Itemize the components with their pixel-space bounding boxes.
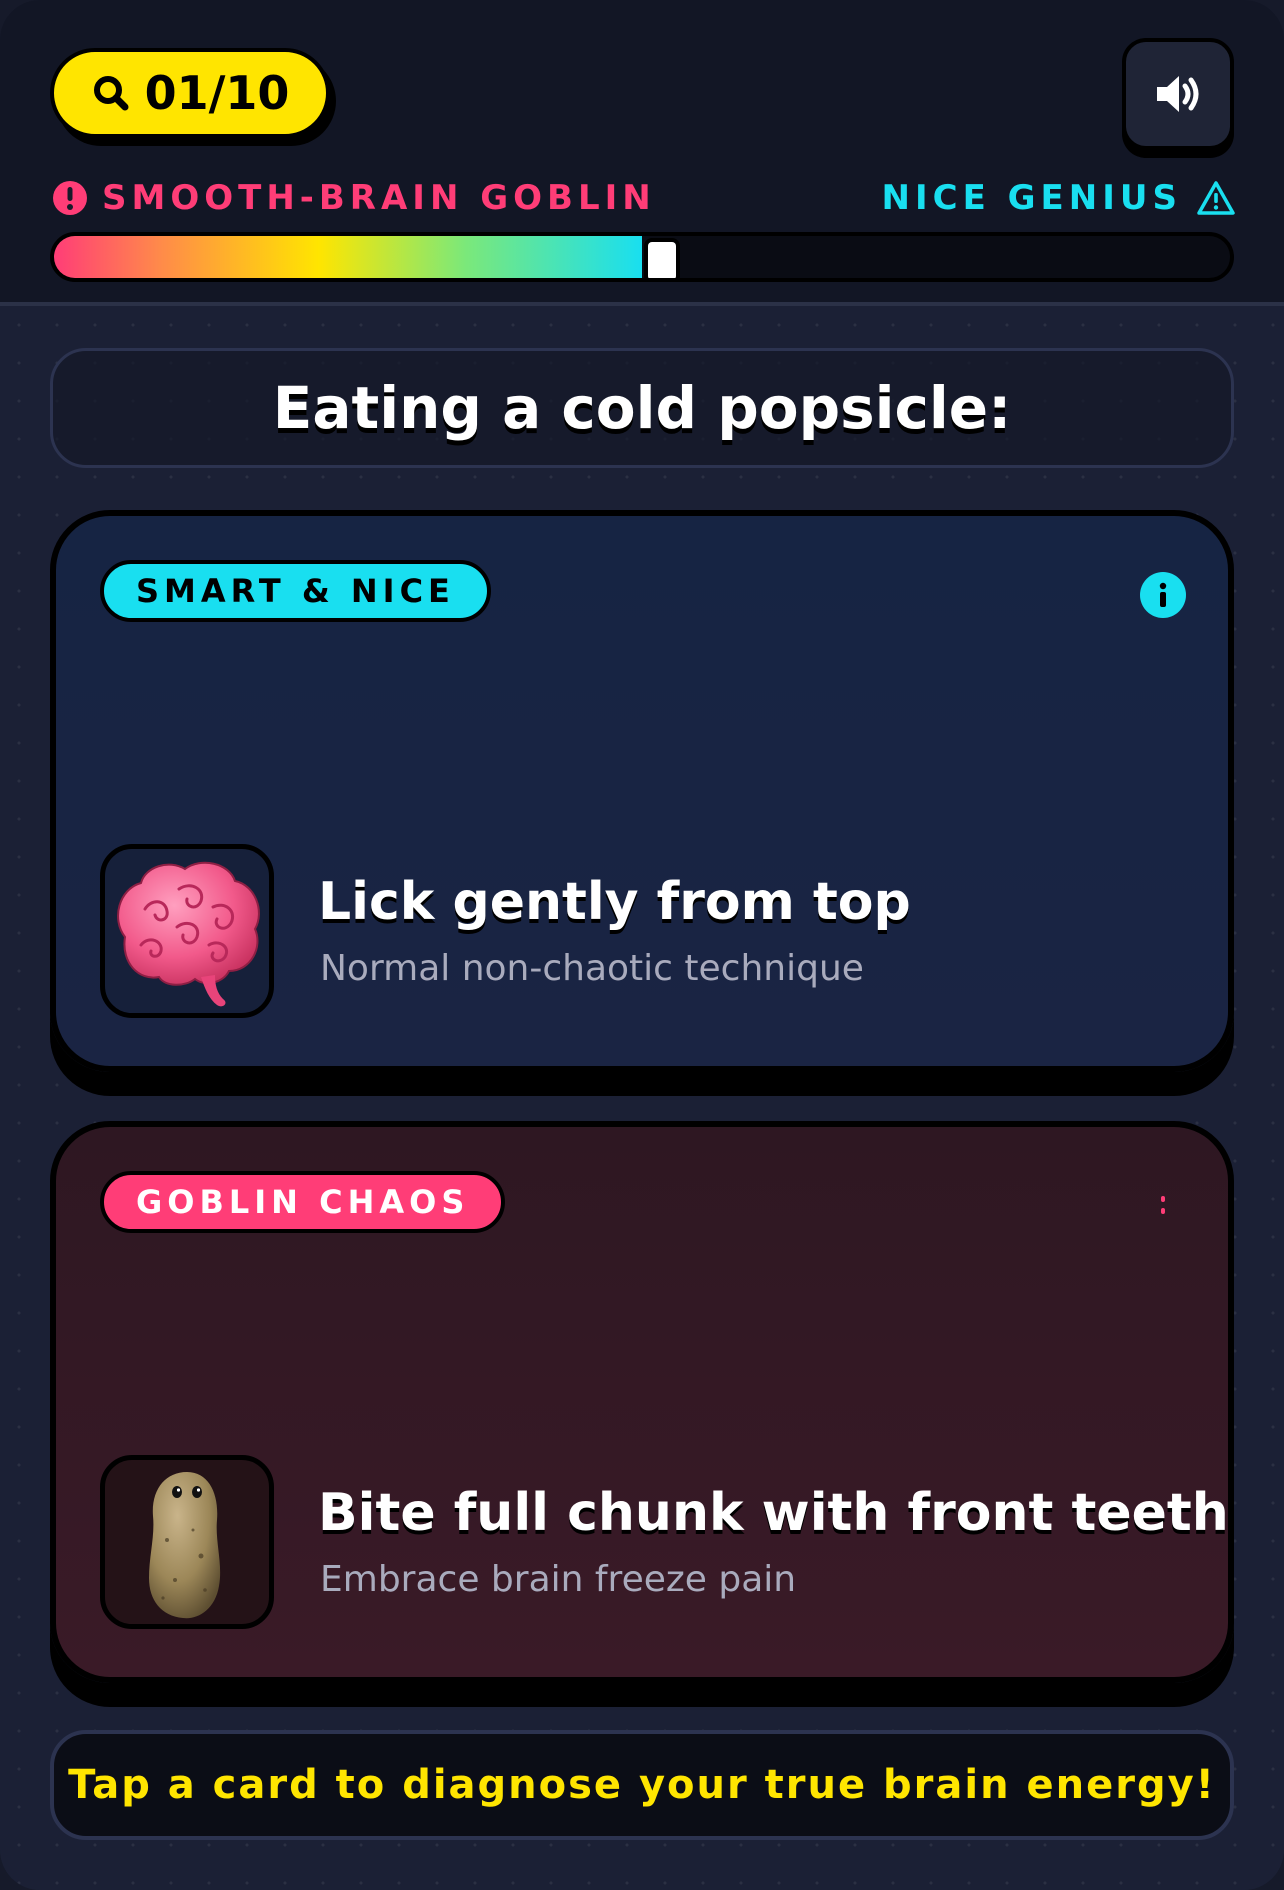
question-box: Eating a cold popsicle: (50, 348, 1234, 468)
app-frame: 01/10 SMOOTH-BRAIN GOBLIN NICE GENIUS Ea… (0, 0, 1284, 1890)
warning-triangle-icon (1197, 181, 1235, 215)
info-icon[interactable] (1140, 572, 1186, 618)
question-text: Eating a cold popsicle: (272, 374, 1012, 442)
card-image (100, 1455, 274, 1629)
scale-left-label: SMOOTH-BRAIN GOBLIN (102, 178, 656, 218)
card-image (100, 844, 274, 1018)
answer-card-goblin[interactable]: GOBLIN CHAOS Bite full chunk with front … (50, 1121, 1234, 1683)
hint-text: Tap a card to diagnose your true brain e… (68, 1762, 1216, 1808)
hint-bar: Tap a card to diagnose your true brain e… (50, 1730, 1234, 1840)
card-title: Lick gently from top (318, 872, 911, 932)
card-badge: SMART & NICE (100, 560, 491, 622)
more-dots-icon[interactable] (1140, 1183, 1186, 1229)
alert-circle-icon (53, 181, 87, 215)
sound-button[interactable] (1122, 38, 1234, 150)
info-glyph-icon (1159, 582, 1167, 607)
scale-left-label-group: SMOOTH-BRAIN GOBLIN (52, 178, 656, 218)
search-icon (93, 76, 129, 111)
question-counter-pill: 01/10 (50, 48, 330, 138)
brain-meter-fill (54, 236, 642, 278)
brain-icon (117, 861, 260, 1007)
card-badge: GOBLIN CHAOS (100, 1171, 506, 1233)
top-bar: 01/10 SMOOTH-BRAIN GOBLIN NICE GENIUS (0, 0, 1284, 306)
brain-meter (50, 232, 1234, 282)
potato-icon (149, 1472, 221, 1619)
scale-right-label: NICE GENIUS (881, 178, 1182, 218)
card-subtitle: Normal non-chaotic technique (320, 948, 864, 989)
brain-meter-marker (648, 242, 676, 278)
card-subtitle: Embrace brain freeze pain (320, 1559, 797, 1600)
speaker-icon (1157, 76, 1199, 112)
question-counter: 01/10 (144, 66, 290, 120)
scale-right-label-group: NICE GENIUS (882, 178, 1236, 218)
answer-card-smart[interactable]: SMART & NICE Lick gently from top Normal… (50, 510, 1234, 1072)
card-title: Bite full chunk with front teeth (318, 1483, 1229, 1543)
